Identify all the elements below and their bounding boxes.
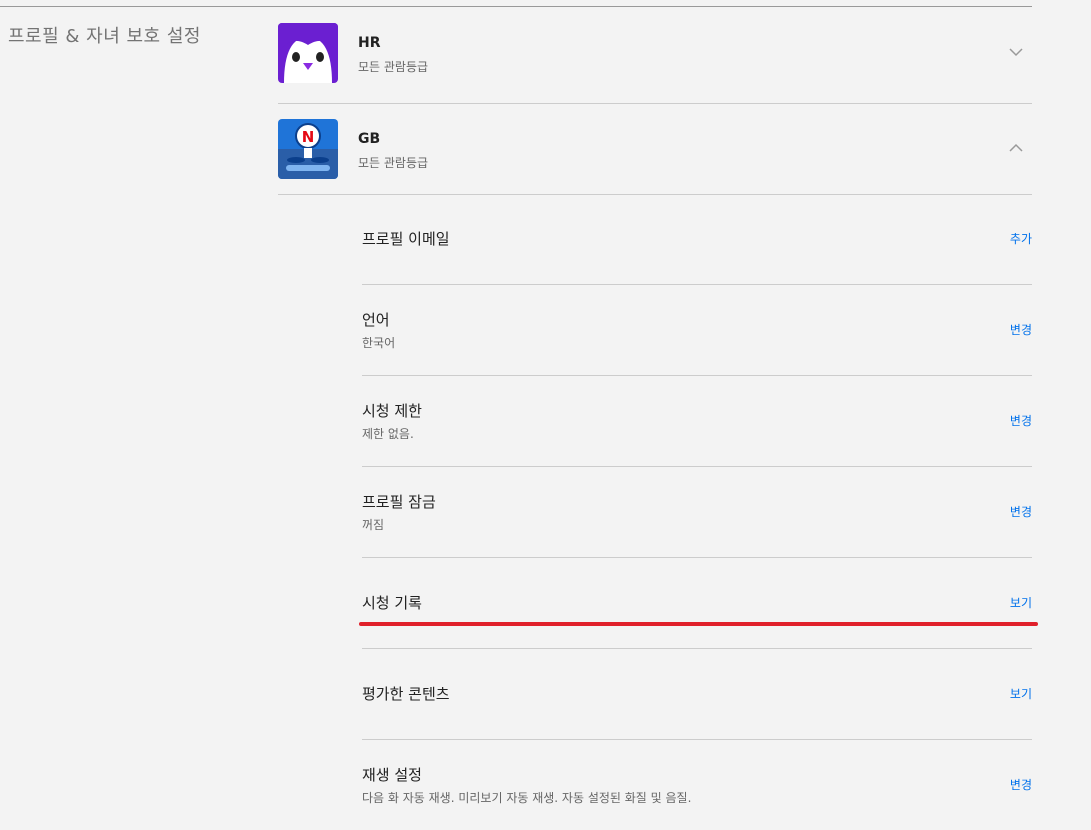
chevron-down-icon[interactable] bbox=[1008, 44, 1024, 60]
setting-title: 재생 설정 bbox=[362, 766, 422, 784]
highlight-underline bbox=[359, 622, 1038, 626]
profile-row-hr[interactable]: HR 모든 관람등급 bbox=[278, 22, 1032, 104]
section-title: 프로필 & 자녀 보호 설정 bbox=[8, 26, 201, 47]
setting-row-viewing-activity: 시청 기록 보기 bbox=[362, 558, 1032, 649]
netflix-kid-icon: N bbox=[278, 119, 338, 179]
setting-row-playback: 재생 설정 다음 화 자동 재생. 미리보기 자동 재생. 자동 설정된 화질 … bbox=[362, 740, 1032, 830]
setting-value: 꺼짐 bbox=[362, 518, 385, 532]
change-playback-link[interactable]: 변경 bbox=[1010, 776, 1032, 793]
setting-value: 제한 없음. bbox=[362, 427, 414, 441]
setting-row-language: 언어 한국어 변경 bbox=[362, 285, 1032, 376]
profile-name: GB bbox=[358, 131, 381, 147]
setting-row-profile-email: 프로필 이메일 추가 bbox=[362, 194, 1032, 285]
setting-row-profile-lock: 프로필 잠금 꺼짐 변경 bbox=[362, 467, 1032, 558]
top-divider bbox=[0, 6, 1032, 7]
change-restrictions-link[interactable]: 변경 bbox=[1010, 412, 1032, 429]
chevron-up-icon[interactable] bbox=[1008, 140, 1024, 156]
change-language-link[interactable]: 변경 bbox=[1010, 321, 1032, 338]
setting-value: 다음 화 자동 재생. 미리보기 자동 재생. 자동 설정된 화질 및 음질. bbox=[362, 791, 692, 805]
change-profile-lock-link[interactable]: 변경 bbox=[1010, 503, 1032, 520]
setting-title: 프로필 이메일 bbox=[362, 230, 450, 248]
svg-text:N: N bbox=[302, 128, 315, 146]
profile-name: HR bbox=[358, 35, 381, 51]
setting-row-ratings: 평가한 콘텐츠 보기 bbox=[362, 649, 1032, 740]
add-email-link[interactable]: 추가 bbox=[1010, 230, 1032, 247]
profile-settings-list: 프로필 이메일 추가 언어 한국어 변경 시청 제한 제한 없음. 변경 프로필… bbox=[362, 194, 1032, 830]
profile-rating: 모든 관람등급 bbox=[358, 156, 429, 170]
penguin-icon bbox=[278, 23, 338, 83]
setting-title: 평가한 콘텐츠 bbox=[362, 685, 450, 703]
profile-rating: 모든 관람등급 bbox=[358, 60, 429, 74]
setting-title: 시청 제한 bbox=[362, 402, 422, 420]
setting-title: 프로필 잠금 bbox=[362, 493, 436, 511]
setting-title: 시청 기록 bbox=[362, 594, 422, 612]
view-ratings-link[interactable]: 보기 bbox=[1010, 685, 1032, 702]
setting-value: 한국어 bbox=[362, 336, 396, 350]
setting-title: 언어 bbox=[362, 311, 390, 329]
setting-row-viewing-restrictions: 시청 제한 제한 없음. 변경 bbox=[362, 376, 1032, 467]
profile-row-gb[interactable]: N GB 모든 관람등급 bbox=[278, 103, 1032, 195]
view-activity-link[interactable]: 보기 bbox=[1010, 594, 1032, 611]
